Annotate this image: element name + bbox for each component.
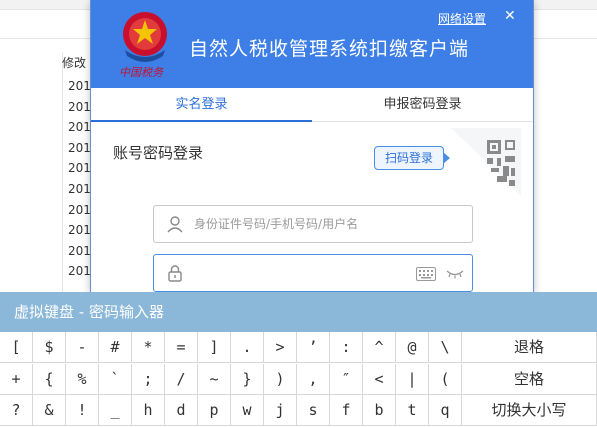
keyboard-key[interactable]: ″: [330, 363, 363, 395]
virtual-keyboard: 虚拟键盘 - 密码输入器 [$ - # * =]. >’: ^ @ \ 退格 +{% `; / ~}), ″…: [0, 292, 597, 427]
keyboard-key[interactable]: }: [231, 363, 264, 395]
keyboard-key[interactable]: ): [264, 363, 297, 395]
keyboard-key[interactable]: +: [0, 363, 33, 395]
keyboard-function-key[interactable]: 切换大小写: [462, 395, 597, 426]
virtual-keyboard-keys: [$ - # * =]. >’: ^ @ \ 退格 +{% `; / ~}), ″ < |(空格? &! _ h d p w…: [0, 332, 597, 427]
tab-real-name-login[interactable]: 实名登录: [91, 88, 312, 122]
keyboard-key[interactable]: [: [0, 332, 33, 363]
background-rows: 201 201 201 201 201 201 201 201 201 201: [68, 76, 91, 282]
user-icon: [167, 216, 183, 233]
scan-login-pointer: [443, 152, 450, 164]
keyboard-key[interactable]: ~: [198, 363, 231, 395]
keyboard-key[interactable]: {: [33, 363, 66, 395]
network-settings-link[interactable]: 网络设置: [438, 10, 486, 27]
keyboard-key[interactable]: ,: [297, 363, 330, 395]
username-input[interactable]: [194, 214, 414, 234]
background-row[interactable]: 201: [68, 200, 91, 221]
background-row[interactable]: 201: [68, 117, 91, 138]
keyboard-key[interactable]: d: [165, 395, 198, 426]
keyboard-key[interactable]: t: [396, 395, 429, 426]
background-row[interactable]: 201: [68, 76, 91, 97]
keyboard-key[interactable]: ^: [363, 332, 396, 363]
background-row[interactable]: 201: [68, 220, 91, 241]
keyboard-key[interactable]: -: [66, 332, 99, 363]
keyboard-key[interactable]: j: [264, 395, 297, 426]
username-field: [153, 205, 473, 243]
keyboard-key[interactable]: >: [264, 332, 297, 363]
keyboard-key[interactable]: ]: [198, 332, 231, 363]
keyboard-function-key[interactable]: 退格: [462, 332, 597, 363]
background-column-divider: [62, 52, 63, 292]
keyboard-key[interactable]: s: [297, 395, 330, 426]
keyboard-icon[interactable]: [416, 267, 436, 281]
background-row[interactable]: 201: [68, 138, 91, 159]
background-row[interactable]: 201: [68, 179, 91, 200]
keyboard-key[interactable]: ;: [132, 363, 165, 395]
keyboard-key[interactable]: |: [396, 363, 429, 395]
keyboard-key[interactable]: \: [429, 332, 462, 363]
keyboard-key[interactable]: &: [33, 395, 66, 426]
keyboard-key[interactable]: #: [99, 332, 132, 363]
keyboard-key[interactable]: <: [363, 363, 396, 395]
keyboard-key[interactable]: `: [99, 363, 132, 395]
keyboard-key[interactable]: ?: [0, 395, 33, 426]
scan-login-button[interactable]: 扫码登录: [374, 146, 444, 170]
keyboard-key[interactable]: q: [429, 395, 462, 426]
keyboard-key[interactable]: @: [396, 332, 429, 363]
login-dialog: 中国税务 自然人税收管理系统扣缴客户端 网络设置 ✕ 实名登录 申报密码登录 账…: [90, 0, 534, 292]
lock-icon: [168, 265, 182, 282]
keyboard-key[interactable]: $: [33, 332, 66, 363]
dialog-title: 自然人税收管理系统扣缴客户端: [189, 38, 470, 60]
background-row[interactable]: 201: [68, 97, 91, 118]
keyboard-key[interactable]: b: [363, 395, 396, 426]
keyboard-function-key[interactable]: 空格: [462, 363, 597, 395]
account-login-heading: 账号密码登录: [113, 144, 204, 162]
close-icon[interactable]: ✕: [504, 8, 516, 24]
virtual-keyboard-title: 虚拟键盘 - 密码输入器: [0, 292, 597, 332]
background-row[interactable]: 201: [68, 241, 91, 262]
keyboard-key[interactable]: *: [132, 332, 165, 363]
keyboard-key[interactable]: =: [165, 332, 198, 363]
qr-code-icon[interactable]: [451, 128, 521, 196]
eye-closed-icon[interactable]: [446, 266, 464, 280]
keyboard-key[interactable]: f: [330, 395, 363, 426]
tab-declaration-password-login[interactable]: 申报密码登录: [312, 88, 533, 122]
background-row[interactable]: 201: [68, 261, 91, 282]
tax-emblem-logo: 中国税务: [119, 12, 167, 78]
keyboard-key[interactable]: p: [198, 395, 231, 426]
keyboard-key[interactable]: %: [66, 363, 99, 395]
keyboard-key[interactable]: !: [66, 395, 99, 426]
login-tabs: 实名登录 申报密码登录: [91, 88, 533, 122]
background-row[interactable]: 201: [68, 158, 91, 179]
keyboard-key[interactable]: :: [330, 332, 363, 363]
password-input[interactable]: [194, 263, 414, 283]
keyboard-key[interactable]: w: [231, 395, 264, 426]
keyboard-key[interactable]: _: [99, 395, 132, 426]
keyboard-key[interactable]: .: [231, 332, 264, 363]
keyboard-key[interactable]: (: [429, 363, 462, 395]
password-field: [153, 254, 473, 292]
keyboard-key[interactable]: ’: [297, 332, 330, 363]
svg-text:中国税务: 中国税务: [119, 66, 164, 78]
keyboard-key[interactable]: h: [132, 395, 165, 426]
keyboard-key[interactable]: /: [165, 363, 198, 395]
dialog-header: 中国税务 自然人税收管理系统扣缴客户端 网络设置 ✕: [91, 0, 533, 88]
